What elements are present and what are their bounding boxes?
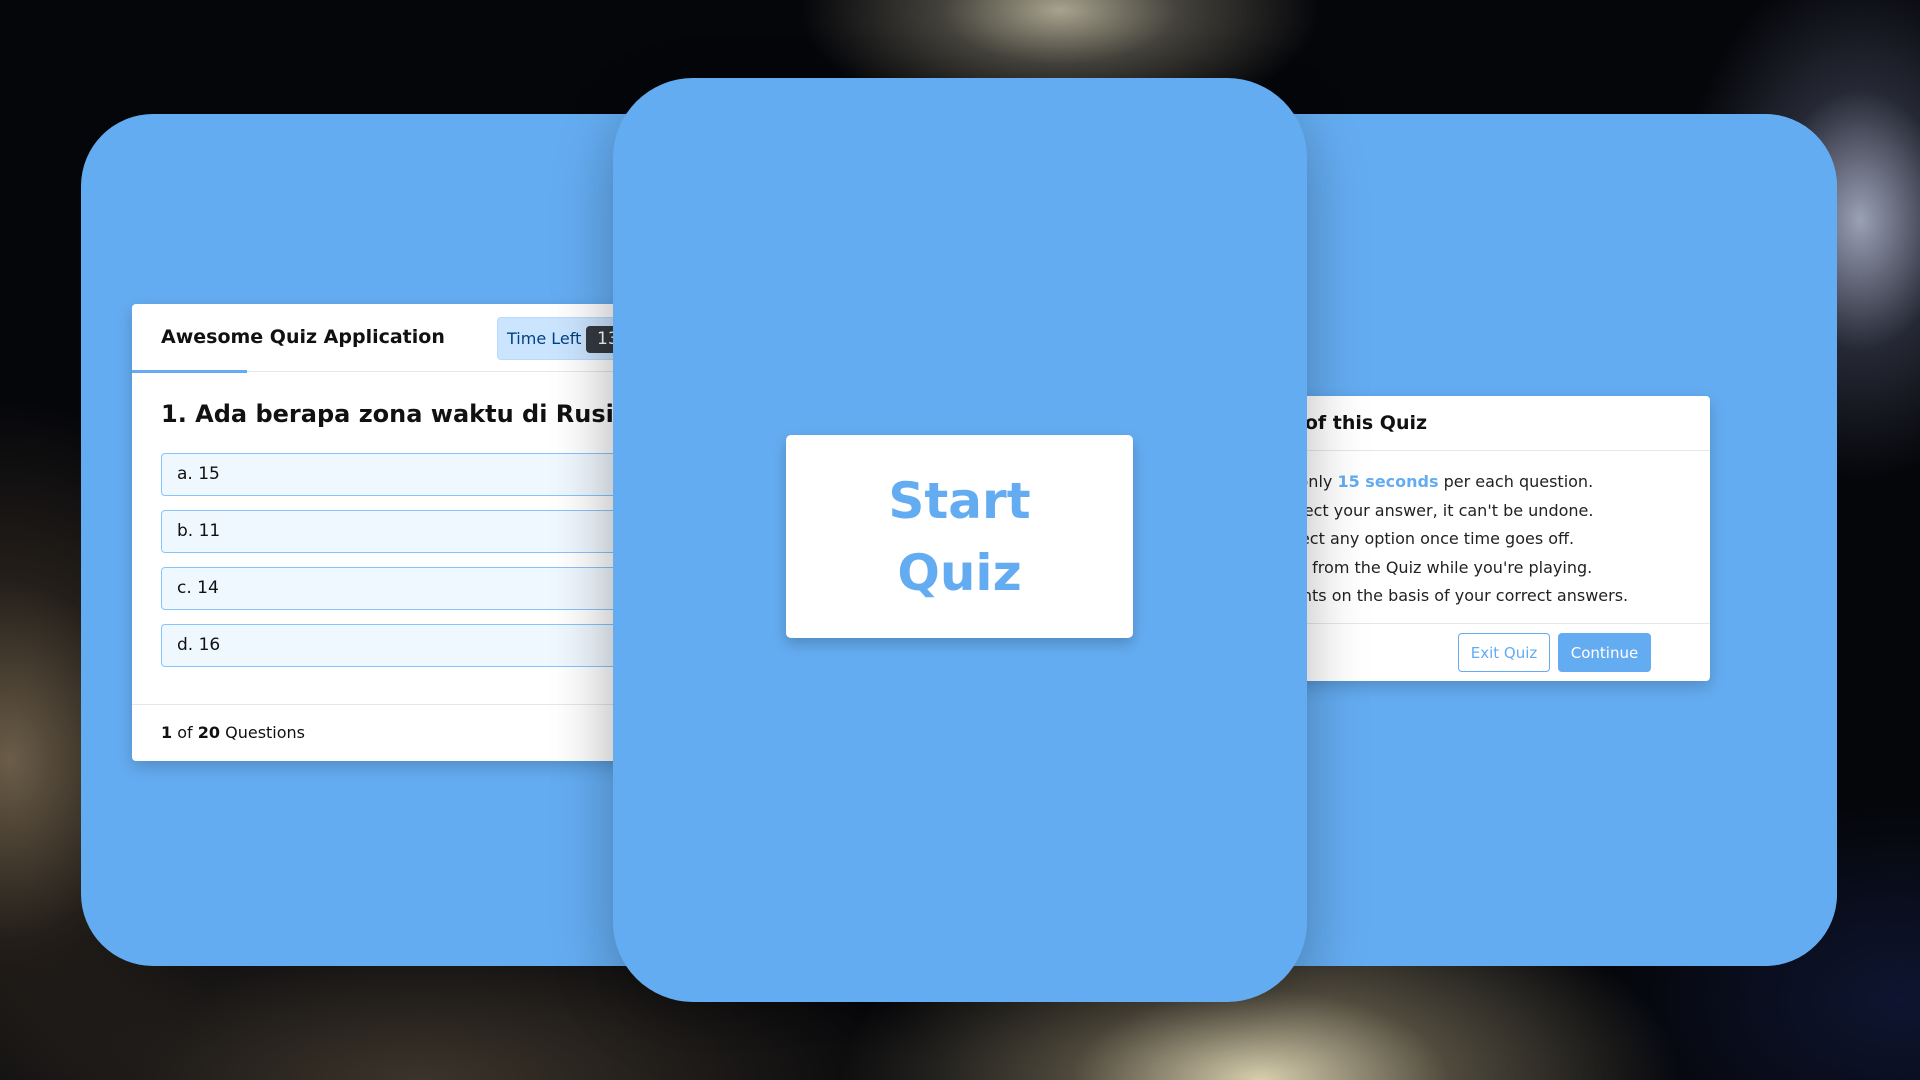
counter-of: of — [177, 723, 193, 742]
exit-quiz-button[interactable]: Exit Quiz — [1458, 633, 1550, 672]
start-label-line1: Start — [888, 471, 1031, 530]
time-progress-bar — [132, 370, 247, 373]
continue-button[interactable]: Continue — [1558, 633, 1651, 672]
start-label-line2: Quiz — [897, 543, 1022, 602]
quiz-title: Awesome Quiz Application — [161, 326, 445, 348]
question-counter: 1 of 20 Questions — [161, 723, 305, 742]
question-text: 1. Ada berapa zona waktu di Rusia? — [161, 400, 644, 428]
rule-highlight: 15 seconds — [1337, 472, 1439, 491]
rule-text: per each question. — [1438, 472, 1594, 491]
start-panel: Start Quiz — [613, 78, 1307, 1002]
current-question-number: 1 — [161, 723, 173, 742]
total-questions: 20 — [197, 723, 221, 742]
counter-suffix: Questions — [225, 723, 306, 742]
start-quiz-button[interactable]: Start Quiz — [786, 435, 1133, 638]
timer-label: Time Left — [507, 329, 582, 348]
